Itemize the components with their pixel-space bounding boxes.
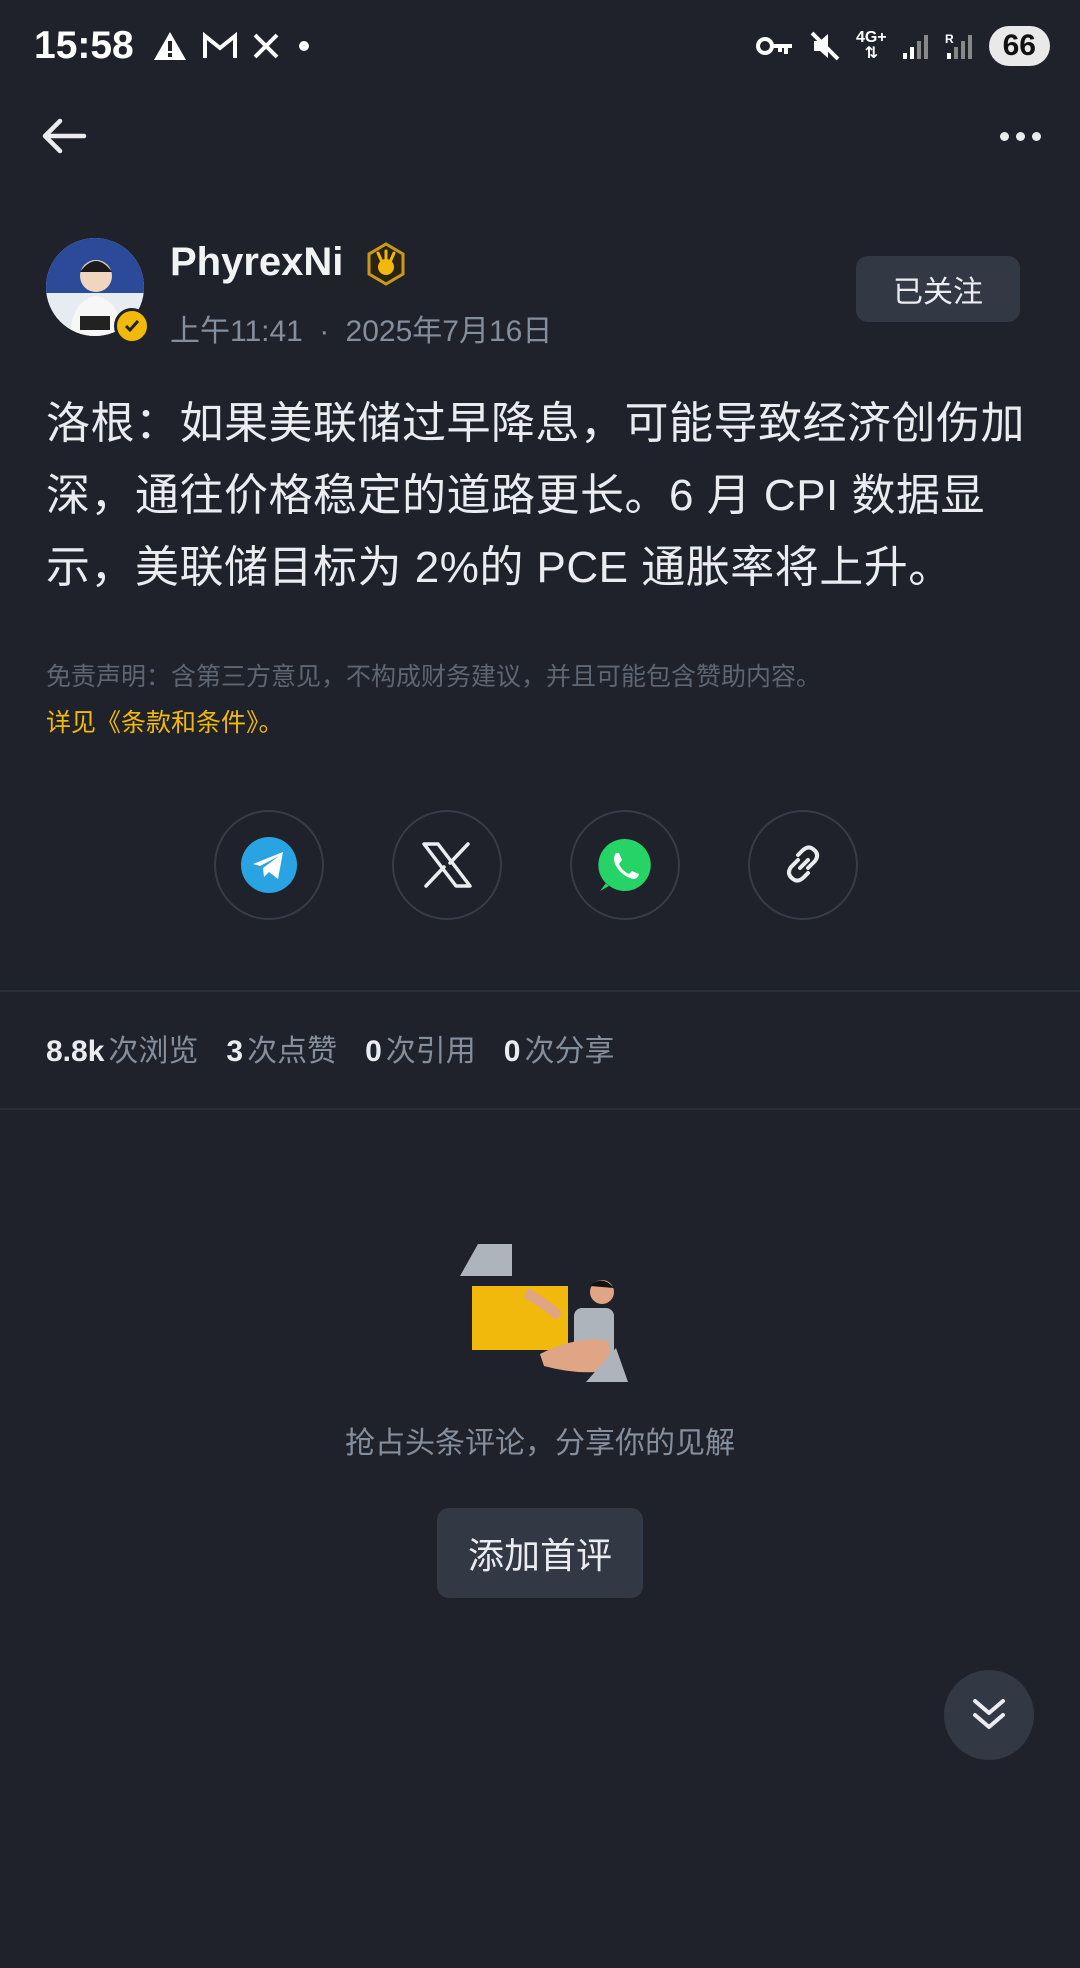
disclaimer: 免责声明：含第三方意见，不构成财务建议，并且可能包含赞助内容。 (46, 663, 822, 691)
dot-icon (299, 41, 309, 51)
terms-link[interactable]: 详见《条款和条件》。 (46, 700, 284, 746)
signal-icon (902, 35, 928, 59)
mute-icon (810, 31, 840, 61)
x-icon (253, 33, 279, 59)
post-body: 洛根：如果美联储过早降息，可能导致经济创伤加深，通往价格稳定的道路更长。6 月 … (46, 399, 1025, 592)
more-icon (999, 131, 1009, 141)
post-time: 上午11:41 (170, 315, 303, 348)
back-button[interactable] (40, 108, 100, 164)
scroll-down-button[interactable] (944, 1670, 1034, 1760)
verified-badge-icon (114, 308, 150, 344)
whatsapp-icon (598, 838, 651, 891)
share-x-button[interactable] (392, 810, 502, 920)
stat-quotes[interactable]: 0 次引用 (365, 1026, 476, 1070)
notification-icons (152, 30, 314, 62)
stat-shares[interactable]: 0 次分享 (504, 1026, 615, 1070)
status-time: 15:58 (34, 24, 134, 67)
share-telegram-button[interactable] (214, 810, 324, 920)
share-row (214, 810, 858, 920)
creator-badge-icon (367, 242, 405, 286)
link-icon (786, 845, 820, 883)
svg-text:R: R (945, 32, 954, 46)
post-date: 2025年7月16日 (345, 315, 553, 348)
gmail-icon (203, 32, 237, 58)
arrow-left-icon (42, 118, 87, 154)
empty-comments-text: 抢占头条评论，分享你的见解 (345, 1427, 735, 1460)
more-options-button[interactable] (990, 108, 1050, 164)
warning-icon (154, 32, 186, 60)
stat-likes[interactable]: 3 次点赞 (226, 1026, 337, 1070)
meta-separator: · (319, 315, 330, 348)
add-first-comment-button[interactable]: 添加首评 (437, 1508, 643, 1598)
author-name[interactable]: PhyrexNi (170, 240, 343, 285)
author-header: PhyrexNi 上午11:41 · 2025年7月16日 已关注 (46, 238, 1036, 348)
post-meta: 上午11:41 · 2025年7月16日 (170, 306, 552, 350)
stat-views: 8.8k 次浏览 (46, 1035, 199, 1068)
top-nav (0, 96, 1080, 176)
double-chevron-down-icon (973, 1699, 1005, 1729)
share-whatsapp-button[interactable] (570, 810, 680, 920)
x-icon (422, 842, 472, 888)
battery-indicator: 66 (988, 26, 1050, 66)
signal-roaming-icon: R (945, 32, 972, 59)
empty-comments-illustration (460, 1244, 628, 1382)
follow-button[interactable]: 已关注 (856, 256, 1020, 322)
key-icon (755, 37, 792, 55)
copy-link-button[interactable] (748, 810, 858, 920)
telegram-icon (241, 837, 297, 893)
divider (0, 1108, 1080, 1110)
system-icons: 4G+ ⇅ R 66 (755, 26, 1050, 66)
divider (0, 990, 1080, 992)
status-bar: 15:58 4G+ ⇅ R 66 (0, 0, 1080, 96)
post-stats: 8.8k 次浏览 3 次点赞 0 次引用 0 次分享 (46, 1026, 614, 1070)
network-indicator: 4G+ ⇅ (855, 29, 887, 62)
